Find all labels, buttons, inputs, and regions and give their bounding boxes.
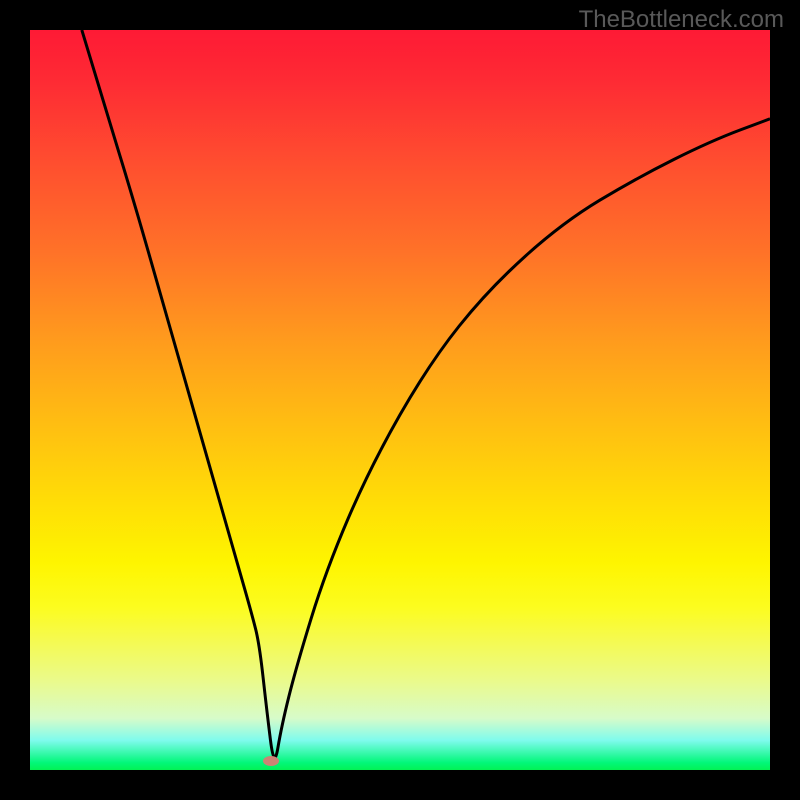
chart-plot-area — [30, 30, 770, 770]
chart-background-gradient — [30, 30, 770, 770]
